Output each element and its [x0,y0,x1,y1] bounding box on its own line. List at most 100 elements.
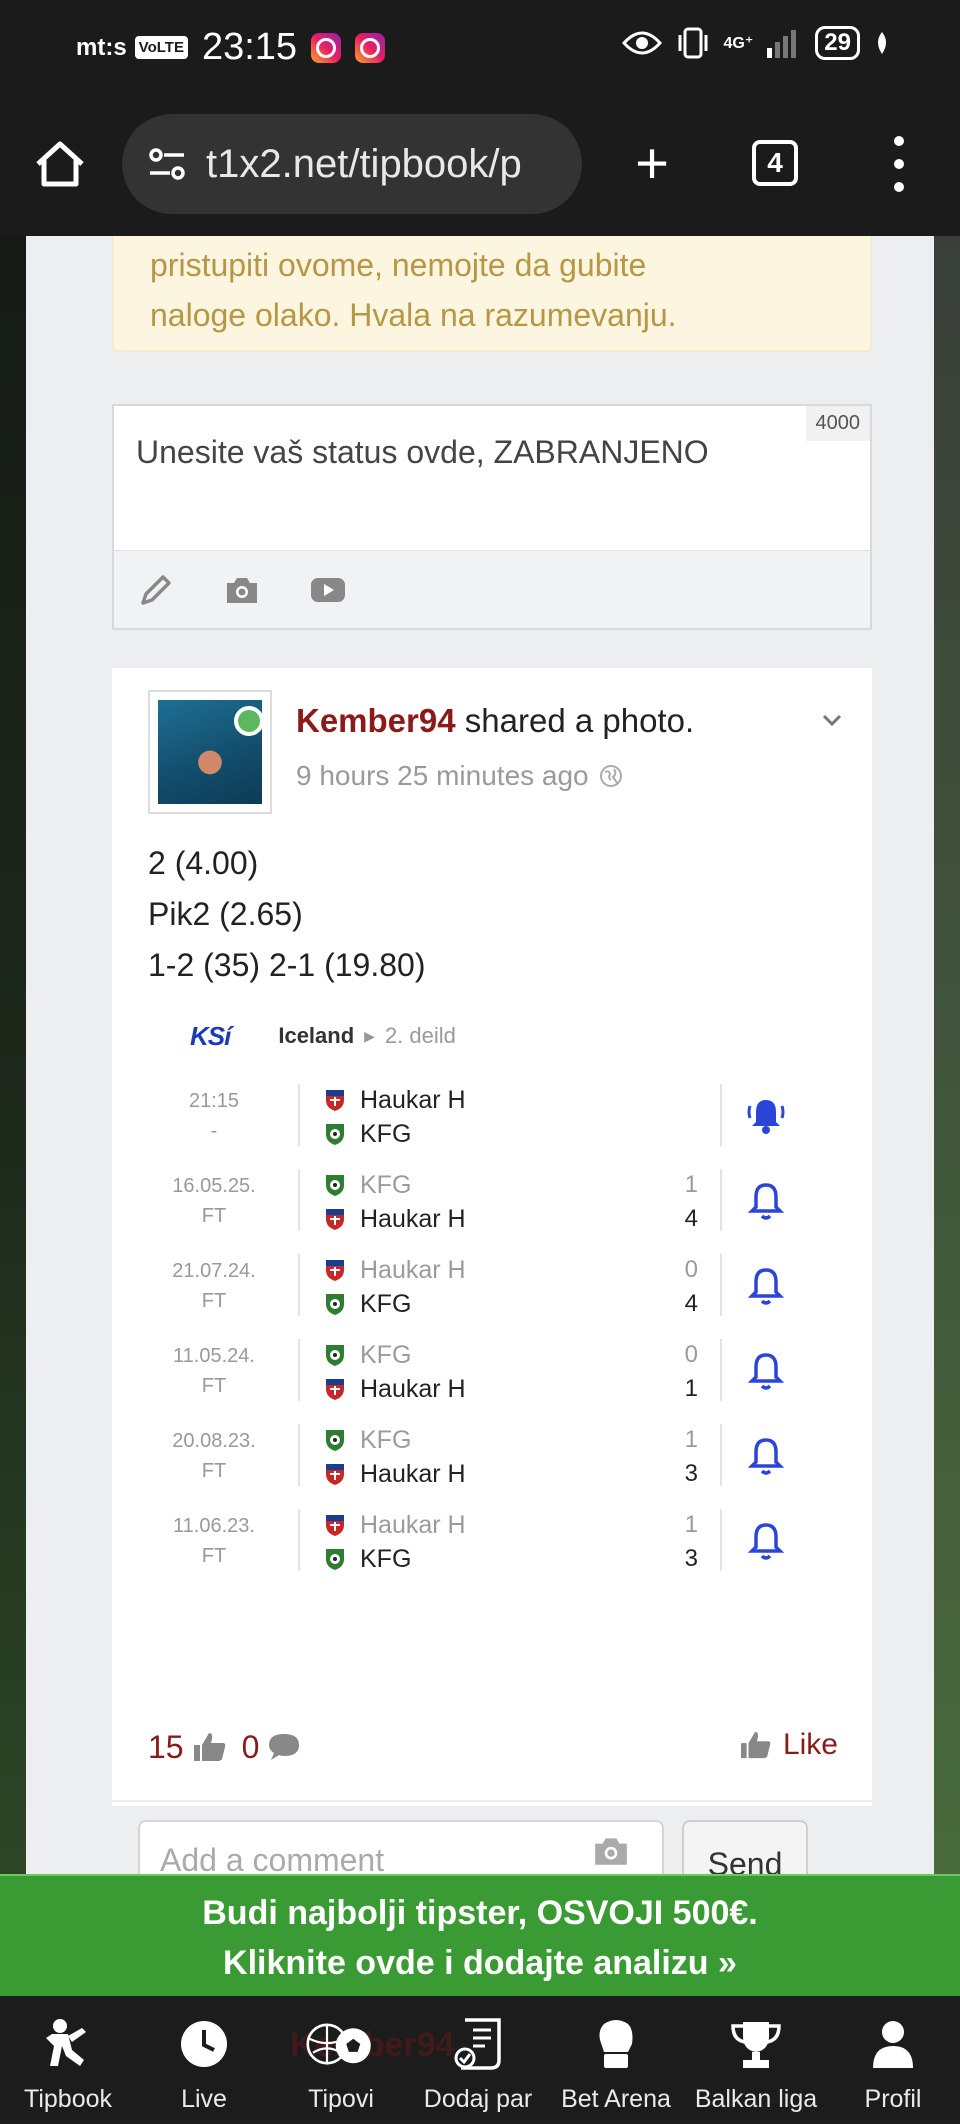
instagram-notification-icon [311,32,342,63]
league-country: Iceland [278,1023,355,1048]
away-score: 4 [684,1205,698,1232]
match-row[interactable]: 20.08.23. FT KFG Haukar H 1 3 [148,1420,828,1490]
haukar-crest-icon [326,1515,344,1536]
address-bar[interactable]: t1x2.net/tipbook/p [122,114,582,214]
post-line: Pik2 (2.65) [148,896,303,932]
nav-label: Tipbook [23,2085,112,2113]
volte-badge: VoLTE [134,36,188,59]
match-date: 11.06.23. FT [148,1511,280,1571]
text-post-button[interactable] [136,571,176,609]
home-button[interactable] [32,136,88,192]
web-page[interactable]: pristupiti ovome, nemojte da gubite nalo… [0,236,960,1878]
nav-item-profil[interactable]: Profil [826,1996,960,2124]
away-score: 1 [684,1375,698,1402]
home-score [668,1084,698,1116]
bell-icon[interactable] [744,1519,788,1563]
match-row[interactable]: 21.07.24. FT Haukar H KFG 0 4 [148,1250,828,1320]
bell-icon[interactable] [744,1434,788,1478]
author-avatar-frame[interactable] [148,690,272,814]
bell-icon[interactable] [744,1179,788,1223]
match-row[interactable]: 11.05.24. FT KFG Haukar H 0 1 [148,1335,828,1405]
divider [720,1254,722,1316]
browser-menu-button[interactable] [884,136,914,192]
nav-item-tipbook[interactable]: Tipbook [0,1996,136,2124]
chevron-down-icon[interactable] [816,704,848,736]
match-date-text: 11.06.23. [173,1515,255,1537]
notice-line: pristupiti ovome, nemojte da gubite [150,247,647,283]
league-name: 2. deild [384,1023,456,1048]
like-count: 15 [148,1728,184,1765]
match-date-text: 11.05.24. [173,1345,255,1367]
site-settings-icon[interactable] [146,143,188,185]
nav-item-dodaj-par[interactable]: Dodaj par [410,1996,546,2124]
match-row[interactable]: 21:15 - Haukar H KFG [148,1080,828,1150]
carrier-label: mt:s [76,33,127,61]
match-status: FT [201,1460,227,1482]
post-line: 1-2 (35) 2-1 (19.80) [148,947,426,983]
vibrate-icon [678,27,707,59]
nav-item-balkan-liga[interactable]: Balkan liga [686,1996,826,2124]
photo-post-button[interactable] [222,571,262,609]
match-date-text: 21.07.24. [172,1260,256,1282]
char-limit-counter: 4000 [805,406,870,441]
camera-icon[interactable] [592,1834,630,1868]
content-column: pristupiti ovome, nemojte da gubite nalo… [26,236,934,1878]
nav-item-bet-arena[interactable]: Bet Arena [546,1996,686,2124]
kfg-crest-icon [326,1430,344,1451]
bell-icon[interactable] [744,1349,788,1393]
divider [298,1509,300,1571]
comment-composer: Add a comment Send [112,1806,872,1878]
home-team-name: Haukar H [360,1255,466,1284]
home-icon [36,141,84,187]
like-button[interactable]: Like [739,1728,838,1762]
caret-right-icon: ▶ [364,1027,375,1044]
browser-toolbar: t1x2.net/tipbook/p + 4 [0,96,960,236]
promo-banner[interactable]: Budi najbolji tipster, OSVOJI 500€. Klik… [0,1874,960,1996]
nav-label: Live [181,2085,227,2113]
tab-switcher-button[interactable]: 4 [752,140,798,186]
home-team: Haukar H [324,1254,466,1286]
status-right-group: 4G⁺ 29 [621,26,891,60]
user-icon [858,2016,928,2072]
match-row[interactable]: 11.06.23. FT Haukar H KFG 1 3 [148,1505,828,1575]
like-button-label: Like [782,1728,838,1761]
away-team-name: Haukar H [360,1374,466,1403]
post-time-text[interactable]: 9 hours 25 minutes ago [296,760,589,792]
nav-item-live[interactable]: Live [136,1996,272,2124]
new-tab-button[interactable]: + [622,134,682,194]
home-team-name: Haukar H [360,1085,466,1114]
bell-ringing-icon[interactable] [744,1094,788,1138]
camera-icon [227,578,257,603]
globe-icon [599,765,622,787]
match-status: FT [201,1205,227,1227]
status-clock: 23:15 [201,26,298,68]
composer-toolbar [114,550,870,628]
haukar-crest-icon [326,1379,344,1400]
nav-label: Tipovi [308,2085,374,2113]
divider [720,1169,722,1231]
home-team-name: KFG [360,1340,412,1369]
match-history-image[interactable]: KSí Iceland ▶ 2. deild 21:15 - Haukar H KFG… [148,1008,828,1608]
notice-line: naloge olako. Hvala na razumevanju. [150,297,677,333]
divider [112,1800,872,1802]
video-post-button[interactable] [308,571,348,609]
bell-icon[interactable] [744,1264,788,1308]
match-row[interactable]: 16.05.25. FT KFG Haukar H 1 4 [148,1165,828,1235]
match-date-text: 16.05.25. [172,1175,256,1197]
home-team: KFG [324,1169,411,1201]
home-score: 0 [684,1256,698,1283]
post-header: Kember94 shared a photo. [296,702,694,740]
nav-item-tipovi[interactable]: Tipovi [272,1996,410,2124]
post-line: 2 (4.00) [148,845,259,881]
comment-input[interactable]: Add a comment [138,1820,664,1878]
home-team-name: Haukar H [360,1510,466,1539]
send-comment-button[interactable]: Send [682,1820,808,1878]
match-date: 11.05.24. FT [148,1341,280,1401]
online-indicator [234,706,264,736]
match-date: 16.05.25. FT [148,1171,280,1231]
away-score [668,1118,698,1150]
glove-icon [581,2016,651,2072]
post-author-link[interactable]: Kember94 [296,702,456,739]
ksi-logo: KSí [190,1020,231,1051]
status-input[interactable]: Unesite vaš status ovde, ZABRANJENO [136,434,709,471]
